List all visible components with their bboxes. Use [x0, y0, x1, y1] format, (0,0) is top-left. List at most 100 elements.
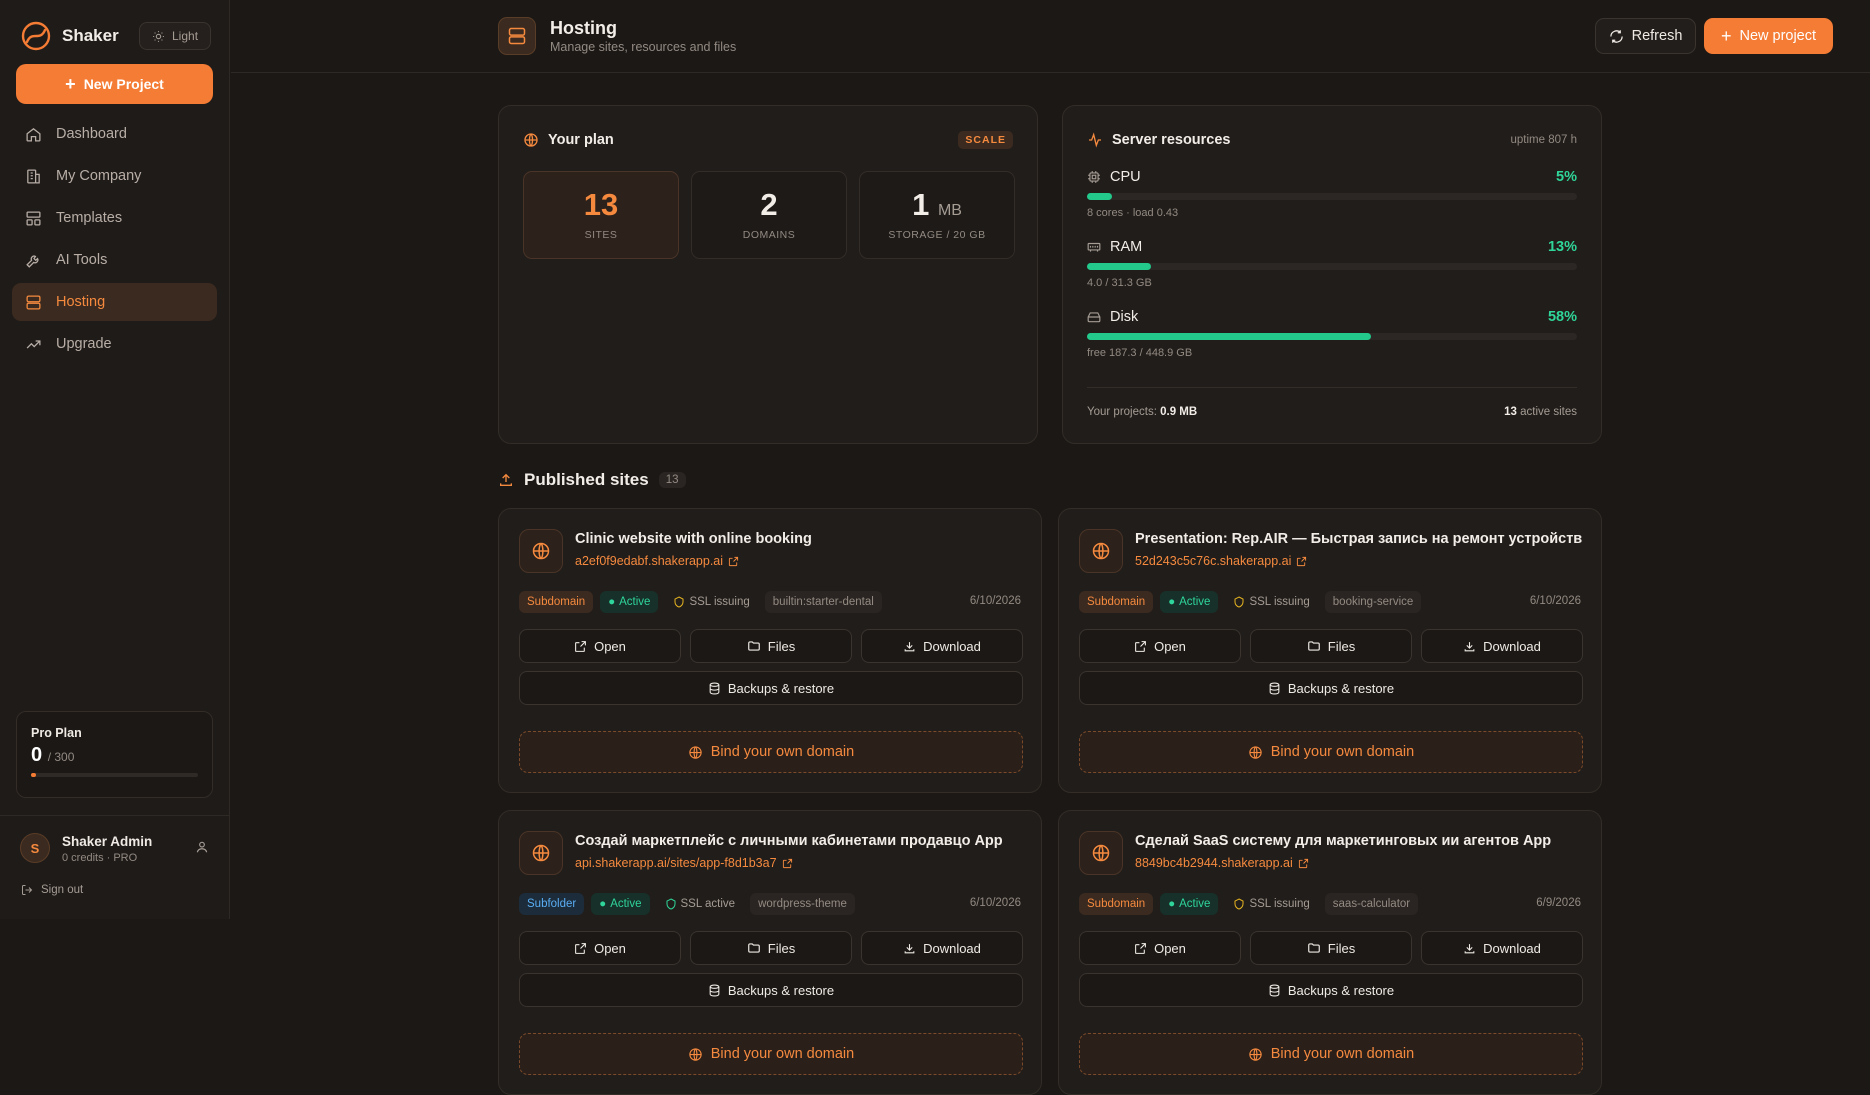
- download-label: Download: [1483, 638, 1541, 654]
- download-button[interactable]: Download: [1421, 931, 1583, 965]
- open-button[interactable]: Open: [1079, 629, 1241, 663]
- plan-usage-bar: [31, 773, 198, 777]
- site-date: 6/9/2026: [1536, 897, 1581, 909]
- ssl-status: SSL active: [657, 893, 744, 915]
- folder-icon: [747, 641, 760, 651]
- sign-out-button[interactable]: Sign out: [21, 884, 83, 896]
- server-resources-header: Server resources: [1087, 132, 1231, 148]
- site-url-link[interactable]: 8849bc4b2944.shakerapp.ai: [1135, 856, 1309, 870]
- files-button[interactable]: Files: [1250, 629, 1412, 663]
- sidebar-item-templates[interactable]: Templates: [12, 199, 217, 237]
- download-button[interactable]: Download: [861, 931, 1023, 965]
- files-button[interactable]: Files: [690, 629, 852, 663]
- server-resources-card: Server resources uptime 807 h CPU 5% 8 c…: [1062, 105, 1602, 444]
- sidebar-item-upgrade[interactable]: Upgrade: [12, 325, 217, 363]
- stat-value: 1 MB: [912, 189, 962, 220]
- database-icon: [709, 682, 720, 694]
- database-icon: [1269, 682, 1280, 694]
- ssl-label: SSL issuing: [1249, 596, 1310, 608]
- sign-out-label: Sign out: [41, 884, 84, 896]
- site-url-link[interactable]: a2ef0f9edabf.shakerapp.ai: [575, 554, 739, 568]
- bind-domain-button[interactable]: Bind your own domain: [519, 731, 1023, 773]
- download-button[interactable]: Download: [861, 629, 1023, 663]
- site-actions: Open Files Download: [1079, 629, 1583, 663]
- database-icon: [1269, 984, 1280, 996]
- ssl-status: SSL issuing: [665, 591, 757, 613]
- projects-size-label: Your projects:: [1087, 406, 1157, 418]
- site-url-link[interactable]: 52d243c5c76c.shakerapp.ai: [1135, 554, 1307, 568]
- backups-label: Backups & restore: [727, 680, 835, 696]
- stat-domains: 2 DOMAINS: [691, 171, 847, 259]
- resource-percent: 13%: [1547, 239, 1577, 255]
- shield-icon: [1234, 596, 1244, 608]
- files-button[interactable]: Files: [1250, 931, 1412, 965]
- open-button[interactable]: Open: [1079, 931, 1241, 965]
- external-link-icon: [782, 858, 792, 868]
- backups-restore-button[interactable]: Backups & restore: [519, 973, 1023, 1007]
- open-button[interactable]: Open: [519, 629, 681, 663]
- shield-icon: [674, 596, 684, 608]
- plan-usage-card: Pro Plan 0 / 300: [16, 711, 213, 798]
- resource-detail: 8 cores · load 0.43: [1087, 207, 1179, 219]
- log-out-icon: [22, 885, 33, 895]
- site-title: Создай маркетплейс с личными кабинетами …: [575, 833, 1003, 849]
- files-button[interactable]: Files: [690, 931, 852, 965]
- theme-toggle-label: Light: [172, 29, 199, 43]
- status-badge: ● Active: [591, 893, 650, 915]
- open-label: Open: [1154, 940, 1186, 956]
- sidebar-item-ai-tools[interactable]: AI Tools: [12, 241, 217, 279]
- published-sites-title: Published sites: [524, 470, 649, 489]
- new-project-button[interactable]: + New Project: [16, 64, 213, 104]
- backups-restore-button[interactable]: Backups & restore: [1079, 973, 1583, 1007]
- stat-value: 13: [583, 187, 619, 222]
- avatar[interactable]: S: [20, 833, 50, 863]
- sidebar-item-hosting[interactable]: Hosting: [12, 283, 217, 321]
- published-sites-count: 13: [658, 472, 686, 488]
- your-plan-header: Your plan: [523, 132, 614, 148]
- status-dot-icon: ●: [608, 596, 616, 608]
- status-label: Active: [1179, 596, 1211, 608]
- globe-icon: [1249, 1047, 1262, 1061]
- top-bar: Hosting Manage sites, resources and file…: [231, 0, 1870, 73]
- backups-restore-button[interactable]: Backups & restore: [519, 671, 1023, 705]
- download-icon: [904, 943, 915, 953]
- folder-icon: [747, 943, 760, 953]
- refresh-icon: [1609, 29, 1623, 43]
- user-panel: S Shaker Admin 0 credits · PRO Sign out: [0, 815, 230, 919]
- refresh-button[interactable]: Refresh: [1595, 18, 1696, 54]
- backups-restore-button[interactable]: Backups & restore: [1079, 671, 1583, 705]
- site-date: 6/10/2026: [1529, 595, 1581, 607]
- site-card: Clinic website with online booking a2ef0f…: [498, 508, 1042, 793]
- site-icon: [1079, 529, 1123, 573]
- header-new-project-button[interactable]: + New project: [1704, 18, 1833, 54]
- user-profile-icon[interactable]: [195, 840, 209, 854]
- bind-domain-button[interactable]: Bind your own domain: [1079, 731, 1583, 773]
- shaker-logo-icon: [21, 21, 51, 51]
- open-button[interactable]: Open: [519, 931, 681, 965]
- sidebar-nav: Dashboard My Company Templates AI Tools …: [12, 115, 217, 367]
- site-type-badge: Subdomain: [519, 591, 594, 613]
- download-button[interactable]: Download: [1421, 629, 1583, 663]
- backups-label: Backups & restore: [1287, 982, 1395, 998]
- brand[interactable]: Shaker: [20, 20, 119, 52]
- backups-label: Backups & restore: [1287, 680, 1395, 696]
- external-link-icon: [575, 942, 587, 954]
- projects-size-value: 0.9 MB: [1160, 406, 1198, 418]
- site-tags: Subdomain ● Active SSL issuing builtin:start…: [519, 591, 882, 613]
- divider: [1087, 387, 1577, 388]
- resource-ram: RAM 13% 4.0 / 31.3 GB: [1087, 239, 1577, 289]
- open-label: Open: [1154, 638, 1186, 654]
- bind-domain-button[interactable]: Bind your own domain: [519, 1033, 1023, 1075]
- template-badge: wordpress-theme: [750, 893, 855, 915]
- site-icon: [1079, 831, 1123, 875]
- open-label: Open: [594, 940, 626, 956]
- resource-bar-fill: [1087, 263, 1151, 270]
- plan-usage-bar-fill: [31, 773, 36, 777]
- sidebar-item-my-company[interactable]: My Company: [12, 157, 217, 195]
- sidebar-item-dashboard[interactable]: Dashboard: [12, 115, 217, 153]
- theme-toggle-button[interactable]: Light: [139, 22, 212, 50]
- shield-icon: [666, 898, 676, 910]
- backups-label: Backups & restore: [727, 982, 835, 998]
- site-url-link[interactable]: api.shakerapp.ai/sites/app-f8d1b3a7: [575, 856, 793, 870]
- bind-domain-button[interactable]: Bind your own domain: [1079, 1033, 1583, 1075]
